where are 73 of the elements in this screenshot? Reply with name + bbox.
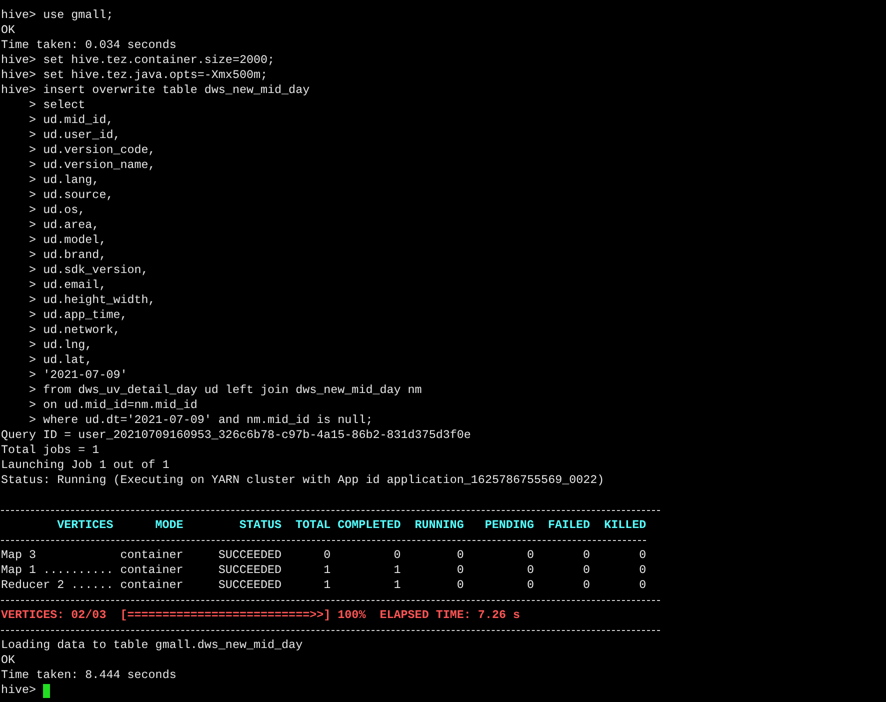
column-header: COMPLETED xyxy=(338,518,401,532)
table-cell: 0 xyxy=(639,578,646,592)
table-cell: Reducer 2 ...... xyxy=(1,578,114,592)
column-header: VERTICES xyxy=(57,518,114,532)
terminal-line: > ud.user_id, xyxy=(28,128,120,142)
terminal-line: > ud.os, xyxy=(28,203,86,217)
terminal-line: Query ID = user_20210709160953_326c6b78-c97b-4a15-86b2-831d375d3f0e xyxy=(1,428,471,442)
table-cell: container xyxy=(120,548,184,562)
terminal-line: Loading data to table gmall.dws_new_mid_day xyxy=(1,638,303,652)
table-cell: 0 xyxy=(583,548,590,562)
terminal-line: > ud.height_width, xyxy=(28,293,156,307)
terminal-line: > ud.source, xyxy=(28,188,114,202)
table-cell: 1 xyxy=(394,563,401,577)
table-cell: 0 xyxy=(583,578,590,592)
table-cell: container xyxy=(120,563,184,577)
table-cell: 0 xyxy=(456,578,464,592)
table-cell: SUCCEEDED xyxy=(218,563,282,577)
terminal-line: > ud.model, xyxy=(28,233,106,247)
terminal-line: > ud.lat, xyxy=(28,353,92,367)
column-header: MODE xyxy=(155,518,184,532)
terminal-line: > ud.network, xyxy=(28,323,120,337)
terminal-line: Time taken: 8.444 seconds xyxy=(1,668,176,682)
column-header: FAILED xyxy=(548,518,590,532)
terminal-line: > ud.mid_id, xyxy=(28,113,114,127)
terminal-line: hive> set hive.tez.container.size=2000; xyxy=(1,53,275,67)
terminal-line: > ud.area, xyxy=(28,218,100,232)
column-header: TOTAL xyxy=(296,518,331,532)
terminal-line: Time taken: 0.034 seconds xyxy=(1,38,176,52)
terminal-line: > select xyxy=(28,98,86,112)
table-cell: 0 xyxy=(526,578,534,592)
terminal-line: > ud.lang, xyxy=(28,173,100,187)
terminal-line: > '2021-07-09' xyxy=(28,368,128,382)
terminal-line: hive> insert overwrite table dws_new_mid_day xyxy=(1,83,310,97)
terminal-line: > on ud.mid_id=nm.mid_id xyxy=(28,398,198,412)
table-cell: Map 3 xyxy=(1,548,36,562)
terminal-line: > ud.app_time, xyxy=(28,308,128,322)
table-cell: 1 xyxy=(324,578,331,592)
table-cell: Map 1 .......... xyxy=(1,563,114,577)
terminal-line: > ud.version_name, xyxy=(28,158,156,172)
terminal-line: OK xyxy=(1,653,16,667)
table-cell: 0 xyxy=(639,548,646,562)
table-cell: SUCCEEDED xyxy=(218,548,282,562)
table-cell: 1 xyxy=(394,578,401,592)
table-cell: SUCCEEDED xyxy=(218,578,282,592)
table-cell: 0 xyxy=(456,563,464,577)
table-cell: 0 xyxy=(526,548,534,562)
terminal-line: > ud.version_code, xyxy=(28,143,156,157)
table-cell: 0 xyxy=(324,548,331,562)
table-cell: 1 xyxy=(324,563,331,577)
table-cell: 0 xyxy=(394,548,401,562)
terminal-line: > ud.sdk_version, xyxy=(28,263,148,277)
column-header: STATUS xyxy=(239,518,282,532)
terminal-line: > from dws_uv_detail_day ud left join dws_new_mid_day nm xyxy=(28,383,422,397)
terminal-line: > ud.brand, xyxy=(28,248,106,262)
terminal-line: OK xyxy=(1,23,16,37)
terminal-line: hive> use gmall; xyxy=(1,8,114,22)
terminal-line: Launching Job 1 out of 1 xyxy=(1,458,170,472)
terminal-line: Status: Running (Executing on YARN cluster with App id application_1625786755569_0022) xyxy=(1,473,604,487)
column-header: KILLED xyxy=(604,518,646,532)
terminal-line: > ud.email, xyxy=(28,278,106,292)
terminal-line: hive> set hive.tez.java.opts=-Xmx500m; xyxy=(1,68,268,82)
table-cell: 0 xyxy=(526,563,534,577)
terminal-line: > where ud.dt='2021-07-09' and nm.mid_id is null; xyxy=(28,413,373,427)
table-cell: 0 xyxy=(583,563,590,577)
table-cell: container xyxy=(120,578,184,592)
shell-prompt: hive> xyxy=(1,683,36,698)
column-header: RUNNING xyxy=(414,518,464,532)
table-cell: 0 xyxy=(456,548,464,562)
progress-status: VERTICES: 02/03 [==========================>>] 100% ELAPSED TIME: 7.26 s xyxy=(1,608,520,622)
terminal-line: Total jobs = 1 xyxy=(1,443,100,457)
table-cell: 0 xyxy=(639,563,646,577)
terminal-line: > ud.lng, xyxy=(28,338,92,352)
column-header: PENDING xyxy=(484,518,534,532)
